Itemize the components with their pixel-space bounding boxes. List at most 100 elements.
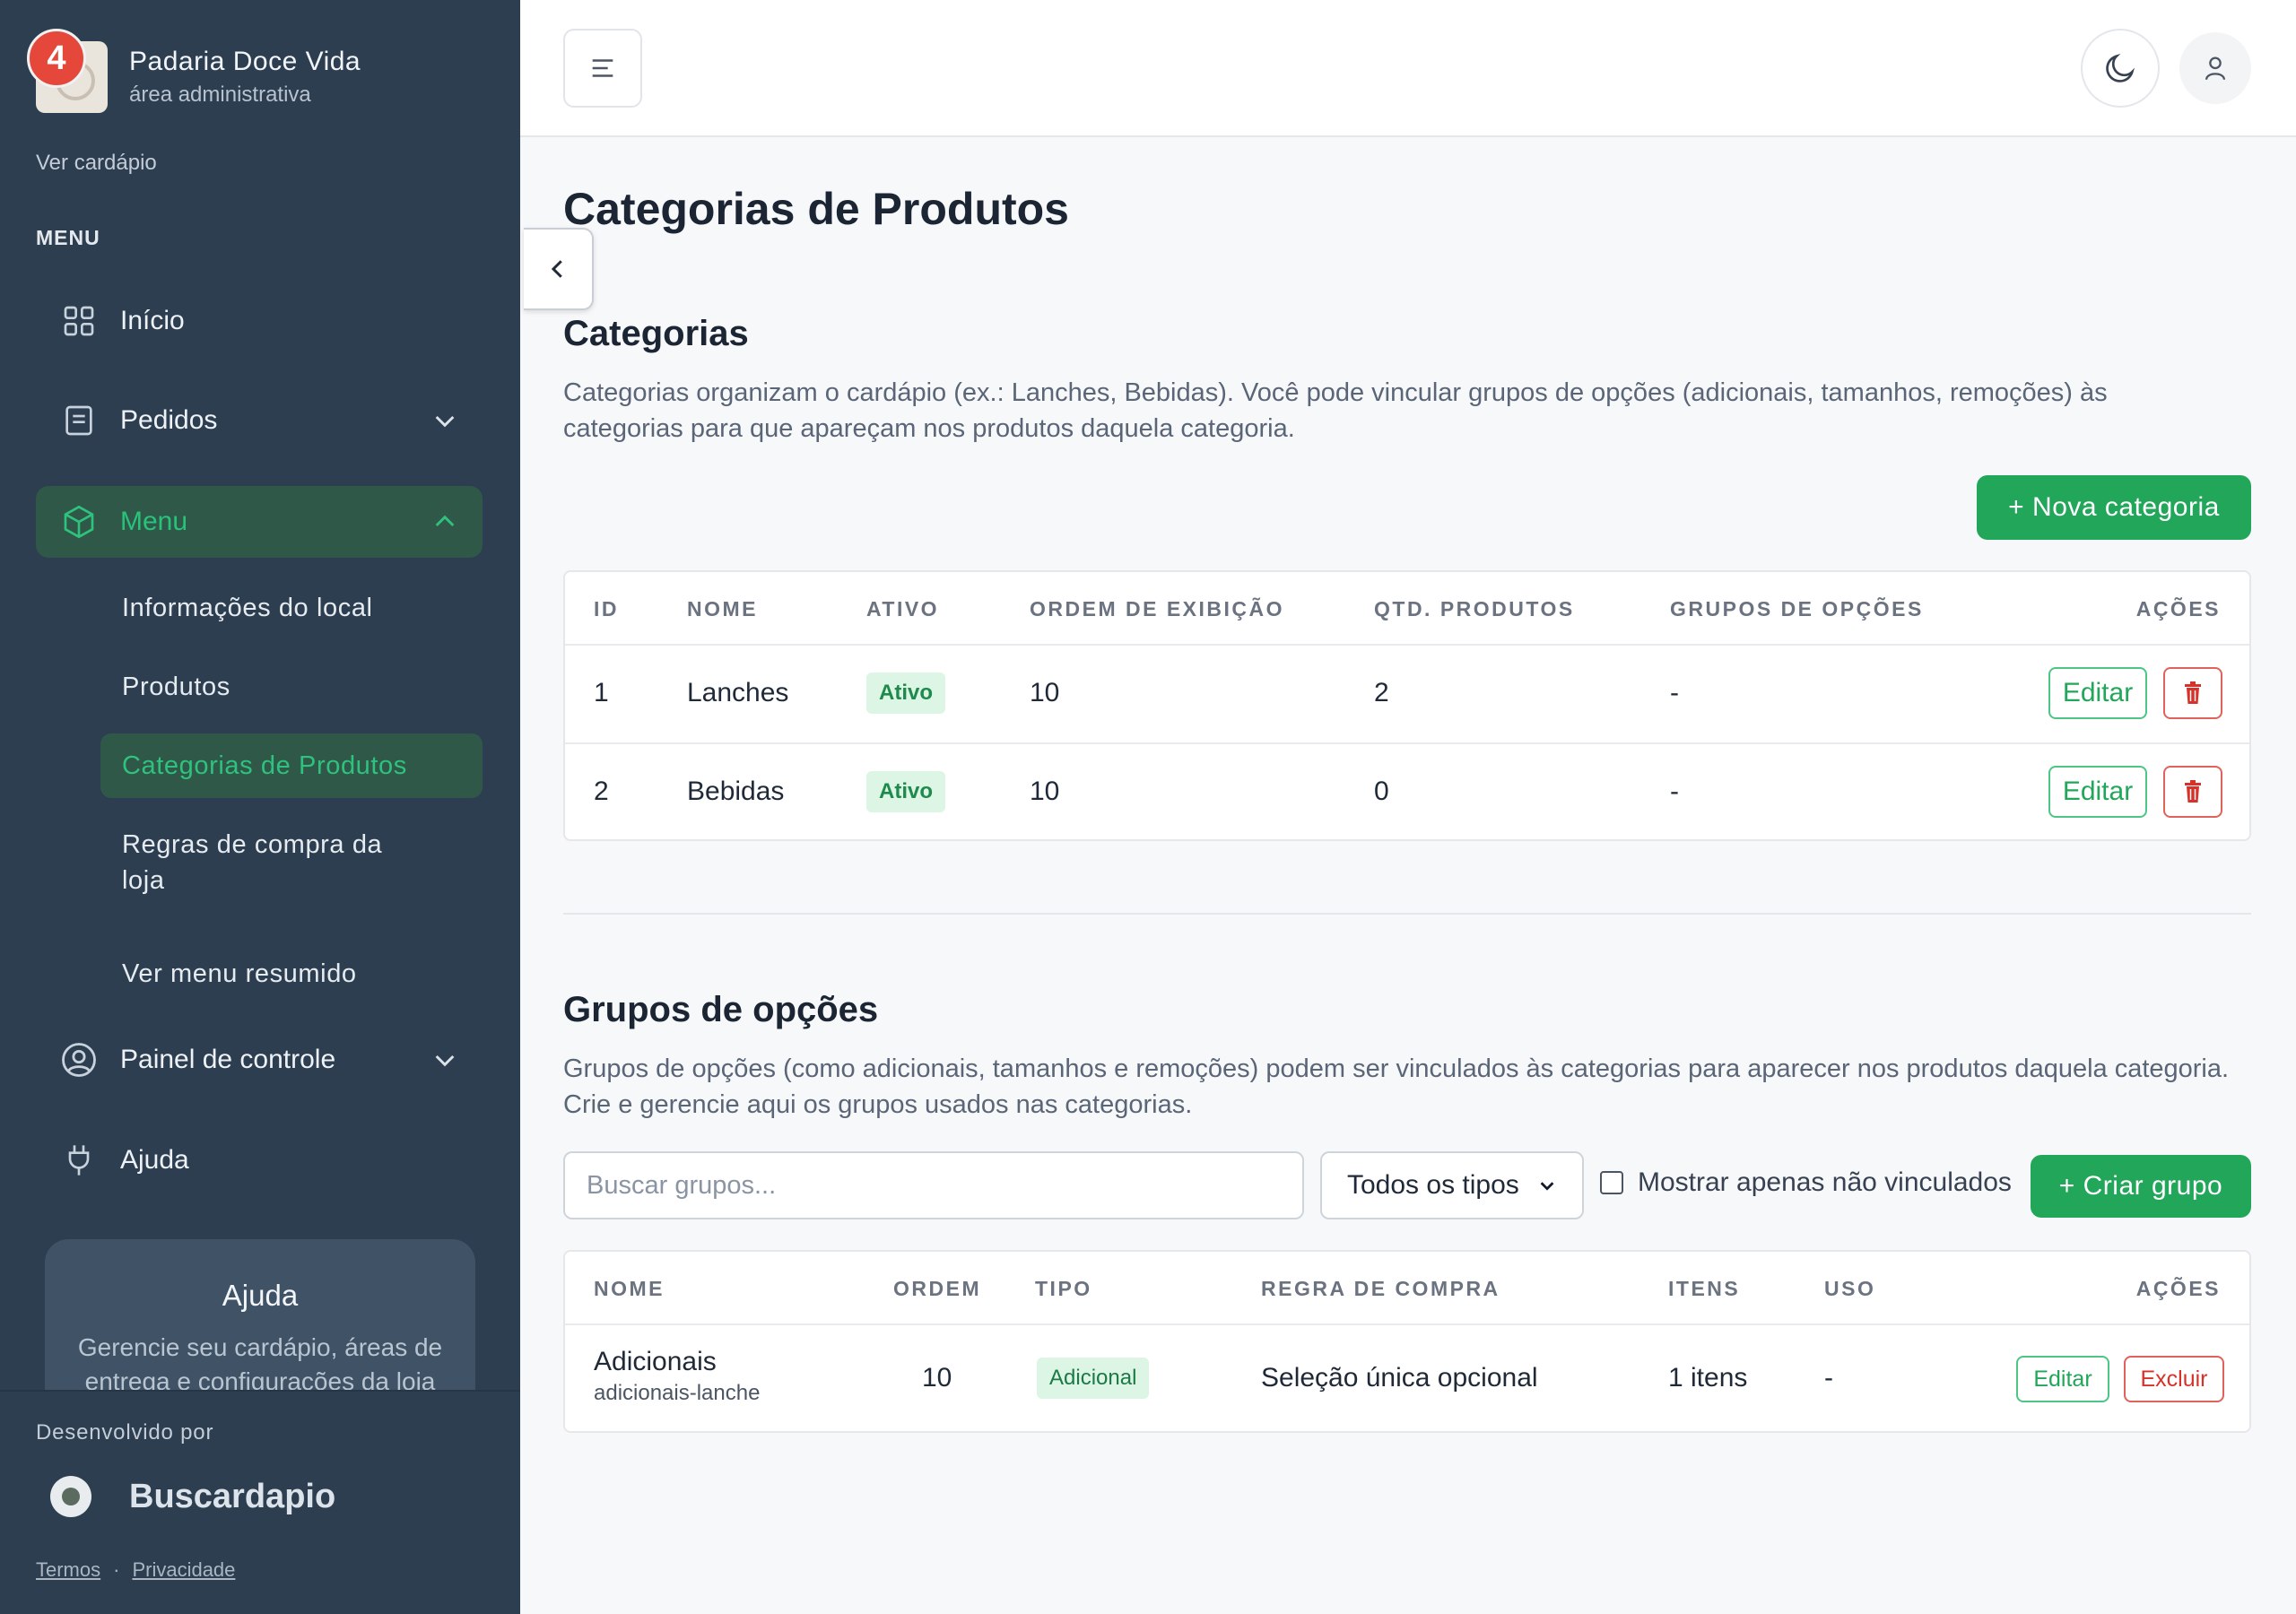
category-order: 10 — [1030, 777, 1060, 806]
help-card-text: Gerencie seu cardápio, áreas de entrega … — [77, 1333, 443, 1392]
user-icon — [2205, 56, 2226, 81]
category-product-count: 2 — [1374, 678, 1389, 707]
delete-button[interactable]: Excluir — [2124, 1356, 2224, 1402]
category-product-count: 0 — [1374, 777, 1389, 806]
sidebar-item-menu[interactable]: Menu — [36, 486, 483, 558]
type-filter-select[interactable]: Todos os tipos — [1320, 1151, 1584, 1219]
sidebar-subitem-informacoes[interactable]: Informações do local — [100, 576, 483, 640]
column-header-ordem[interactable]: ORDEM DE EXIBIÇÃO — [1030, 597, 1284, 621]
status-badge: Ativo — [866, 771, 945, 812]
terms-link[interactable]: Termos — [36, 1558, 100, 1581]
column-header-qtd-produtos[interactable]: QTD. PRODUTOS — [1374, 597, 1575, 621]
user-menu-button[interactable] — [2179, 32, 2251, 104]
group-item-count: 1 itens — [1668, 1363, 1748, 1393]
category-name: Lanches — [687, 678, 789, 707]
store-logo: 4 — [27, 29, 108, 113]
sidebar-item-label: Painel de controle — [120, 1045, 336, 1074]
status-badge: Ativo — [866, 672, 945, 714]
topbar — [520, 0, 2296, 137]
type-badge: Adicional — [1037, 1358, 1150, 1399]
search-groups-input[interactable] — [563, 1151, 1304, 1219]
sidebar-item-label: Menu — [120, 507, 188, 536]
grid-icon — [59, 301, 99, 341]
edit-button[interactable]: Editar — [2016, 1356, 2109, 1402]
column-header-acoes: AÇÕES — [2135, 1277, 2221, 1300]
notification-badge[interactable]: 4 — [27, 29, 86, 88]
trash-icon — [2185, 681, 2201, 704]
chevron-down-icon — [435, 415, 455, 428]
column-header-nome[interactable]: NOME — [594, 1277, 665, 1301]
column-header-regra[interactable]: REGRA DE COMPRA — [1261, 1277, 1500, 1301]
unlinked-only-checkbox[interactable] — [1600, 1171, 1623, 1194]
sidebar-subitem-menu-resumido[interactable]: Ver menu resumido — [100, 941, 483, 1006]
menu-toggle-button[interactable] — [563, 29, 642, 108]
category-option-groups: - — [1670, 777, 1679, 806]
developer-brand[interactable]: Buscardapio — [50, 1476, 335, 1517]
category-id: 1 — [594, 678, 609, 707]
column-header-ordem[interactable]: ORDEM — [893, 1277, 981, 1301]
sidebar-item-ajuda[interactable]: Ajuda — [36, 1124, 483, 1196]
footer-links: Termos · Privacidade — [36, 1558, 236, 1581]
sidebar-item-label: Início — [120, 306, 185, 335]
categories-table: ID NOME ATIVO ORDEM DE EXIBIÇÃO QTD. PRO… — [563, 570, 2251, 841]
categories-title: Categorias — [563, 314, 749, 353]
sidebar-item-pedidos[interactable]: Pedidos — [36, 385, 483, 456]
plug-icon — [59, 1141, 99, 1180]
buscardapio-logo-icon — [50, 1476, 91, 1517]
group-name: Adicionais — [594, 1347, 717, 1376]
group-purchase-rule: Seleção única opcional — [1261, 1363, 1538, 1393]
sidebar-collapse-button[interactable] — [524, 228, 594, 310]
developed-by-label: Desenvolvido por — [36, 1420, 214, 1445]
sidebar-item-inicio[interactable]: Início — [36, 285, 483, 357]
column-header-uso[interactable]: USO — [1824, 1277, 1875, 1301]
sidebar-subitem-produtos[interactable]: Produtos — [100, 655, 483, 719]
column-header-itens[interactable]: ITENS — [1668, 1277, 1740, 1301]
sidebar-item-painel[interactable]: Painel de controle — [36, 1024, 483, 1096]
unlinked-only-toggle[interactable]: Mostrar apenas não vinculados — [1600, 1167, 2012, 1198]
sidebar-item-label: Ajuda — [120, 1145, 189, 1175]
option-groups-title: Grupos de opções — [563, 990, 879, 1029]
privacy-link[interactable]: Privacidade — [132, 1558, 235, 1581]
chevron-up-icon — [435, 515, 455, 527]
edit-button[interactable]: Editar — [2048, 766, 2147, 818]
brand[interactable]: 4 Padaria Doce Vida área administrativa — [27, 29, 361, 113]
group-usage: - — [1824, 1363, 1833, 1393]
section-divider — [563, 913, 2251, 915]
sidebar-subitem-regras[interactable]: Regras de compra da loja — [100, 812, 441, 913]
box-icon — [59, 502, 99, 542]
group-slug: adicionais-lanche — [594, 1381, 761, 1405]
group-order: 10 — [922, 1363, 952, 1393]
store-name: Padaria Doce Vida — [129, 47, 361, 76]
category-order: 10 — [1030, 678, 1060, 707]
option-groups-table: NOME ORDEM TIPO REGRA DE COMPRA ITENS US… — [563, 1250, 2251, 1433]
theme-toggle-button[interactable] — [2081, 29, 2160, 108]
unlinked-only-label: Mostrar apenas não vinculados — [1638, 1167, 2012, 1197]
category-id: 2 — [594, 777, 609, 806]
category-option-groups: - — [1670, 678, 1679, 707]
orders-icon — [59, 401, 99, 440]
create-group-button[interactable]: + Criar grupo — [2031, 1155, 2251, 1218]
column-header-id[interactable]: ID — [594, 597, 619, 621]
new-category-button[interactable]: + Nova categoria — [1977, 475, 2251, 540]
column-header-tipo[interactable]: TIPO — [1035, 1277, 1092, 1301]
category-name: Bebidas — [687, 777, 785, 806]
view-menu-link[interactable]: Ver cardápio — [36, 151, 157, 176]
developer-name: Buscardapio — [129, 1477, 336, 1515]
categories-description: Categorias organizam o cardápio (ex.: La… — [563, 378, 2108, 443]
delete-button[interactable] — [2163, 766, 2222, 818]
page-title: Categorias de Produtos — [563, 184, 1069, 234]
sidebar-item-label: Pedidos — [120, 405, 218, 435]
hamburger-icon — [592, 59, 613, 77]
moon-icon — [2106, 53, 2135, 82]
column-header-nome[interactable]: NOME — [687, 597, 758, 621]
column-header-grupos[interactable]: GRUPOS DE OPÇÕES — [1670, 597, 1924, 621]
delete-button[interactable] — [2163, 667, 2222, 719]
sidebar: 4 Padaria Doce Vida área administrativa … — [0, 0, 520, 1614]
column-header-ativo[interactable]: ATIVO — [866, 597, 939, 621]
sidebar-subitem-categorias[interactable]: Categorias de Produtos — [100, 733, 483, 798]
chevron-down-icon — [1540, 1182, 1554, 1191]
edit-button[interactable]: Editar — [2048, 667, 2147, 719]
store-subtitle: área administrativa — [129, 82, 311, 107]
help-card: Ajuda Gerencie seu cardápio, áreas de en… — [45, 1239, 475, 1392]
sidebar-divider — [0, 1390, 520, 1392]
